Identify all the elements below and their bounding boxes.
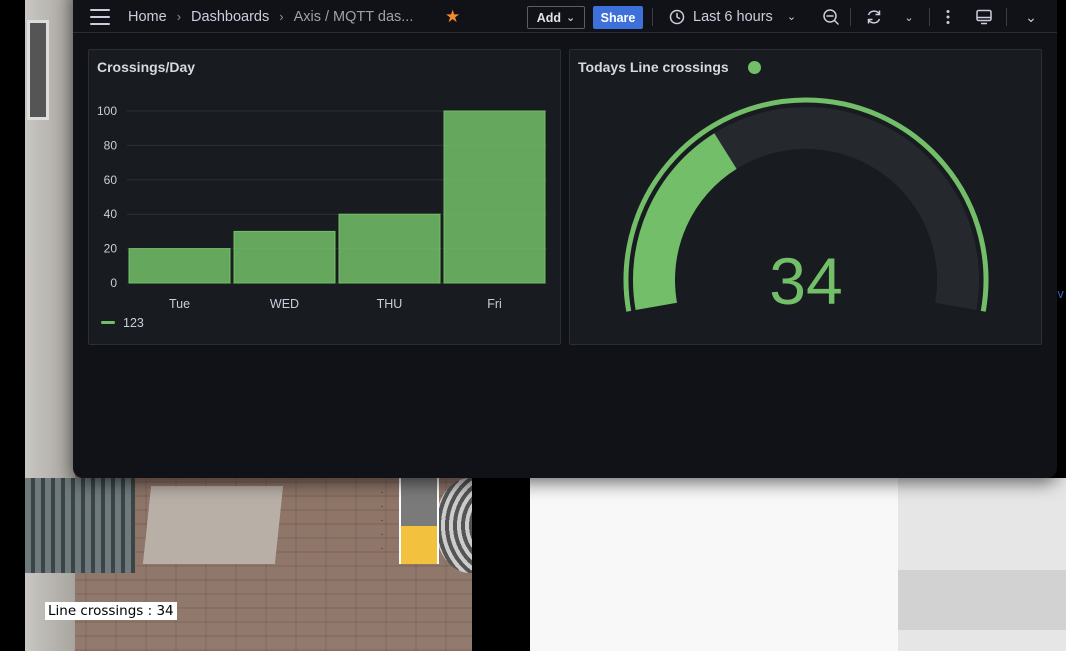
refresh-interval-dropdown[interactable]: ⌄ [898,6,920,28]
camera-window-frame [27,20,49,120]
breadcrumb: Home › Dashboards › Axis / MQTT das... [128,0,413,33]
y-tick-label: 60 [104,173,118,187]
x-tick-label: WED [270,297,299,311]
camera-level-bar [399,478,439,564]
breadcrumb-dashboards[interactable]: Dashboards [191,9,269,25]
background-document [530,478,898,651]
divider [929,8,930,26]
kiosk-mode-button[interactable] [973,6,995,28]
y-tick-label: 80 [104,138,118,152]
legend-label: 123 [123,316,144,330]
breadcrumb-home[interactable]: Home [128,9,167,25]
x-tick-label: Fri [487,297,502,311]
zoom-out-button[interactable] [820,6,842,28]
star-icon[interactable]: ★ [445,0,460,33]
divider [1006,8,1007,26]
add-button[interactable]: Add ⌄ [527,6,585,29]
camera-overlay-label: Line crossings : 34 [45,602,177,620]
gauge-chart: 34 [623,97,989,318]
clock-icon [669,9,685,24]
bar [233,230,336,284]
camera-bar-ticks: · · · · · [380,489,385,553]
divider [652,8,653,26]
chevron-down-icon: ⌄ [1025,8,1037,25]
chevron-down-icon: ⌄ [566,12,576,24]
camera-level-bar-fill [401,526,437,564]
kebab-menu-icon [946,10,950,24]
legend-swatch [101,321,115,324]
background-document-stripe [898,570,1066,630]
chevron-right-icon: › [176,9,182,24]
crossings-per-day-panel[interactable]: Crossings/Day 0 20 40 60 80 100 Tue WED THU Fri 12… [88,49,561,345]
gauge-value-label: 34 [769,244,842,318]
y-tick-label: 100 [97,104,117,118]
camera-doormat [142,486,284,564]
x-tick-label: Tue [169,297,190,311]
camera-manhole [435,478,472,573]
zoom-out-icon [823,9,839,25]
y-tick-label: 40 [104,207,118,221]
add-button-label: Add [536,10,562,25]
more-options-button[interactable] [937,6,959,28]
background-edge-text: v: [1057,287,1066,301]
divider [850,8,851,26]
gauge-value-arc [633,133,738,311]
bar [338,213,441,284]
monitor-icon [976,9,992,25]
top-navigation-bar: Home › Dashboards › Axis / MQTT das... ★… [73,0,1057,33]
share-button[interactable]: Share [593,6,643,29]
grafana-window: Home › Dashboards › Axis / MQTT das... ★… [73,0,1057,478]
refresh-icon [867,10,881,24]
y-tick-label: 0 [110,276,117,290]
bar-chart: 0 20 40 60 80 100 Tue WED THU Fri 123 [97,104,547,330]
todays-line-crossings-panel[interactable]: Todays Line crossings 34 [569,49,1042,345]
collapse-topbar-button[interactable]: ⌄ [1020,6,1042,28]
bar [128,248,231,284]
chevron-down-icon: ⌄ [904,11,914,24]
time-range-picker[interactable]: Last 6 hours ⌄ [669,0,796,33]
breadcrumb-current-dashboard: Axis / MQTT das... [293,8,414,25]
refresh-button[interactable] [863,6,885,28]
y-tick-label: 20 [104,242,118,256]
menu-icon[interactable] [89,0,111,33]
chevron-right-icon: › [279,9,284,24]
bar [443,110,546,284]
x-tick-label: THU [377,297,403,311]
camera-bench [25,478,135,573]
time-range-label: Last 6 hours [693,8,773,25]
chevron-down-icon: ⌄ [786,11,797,23]
